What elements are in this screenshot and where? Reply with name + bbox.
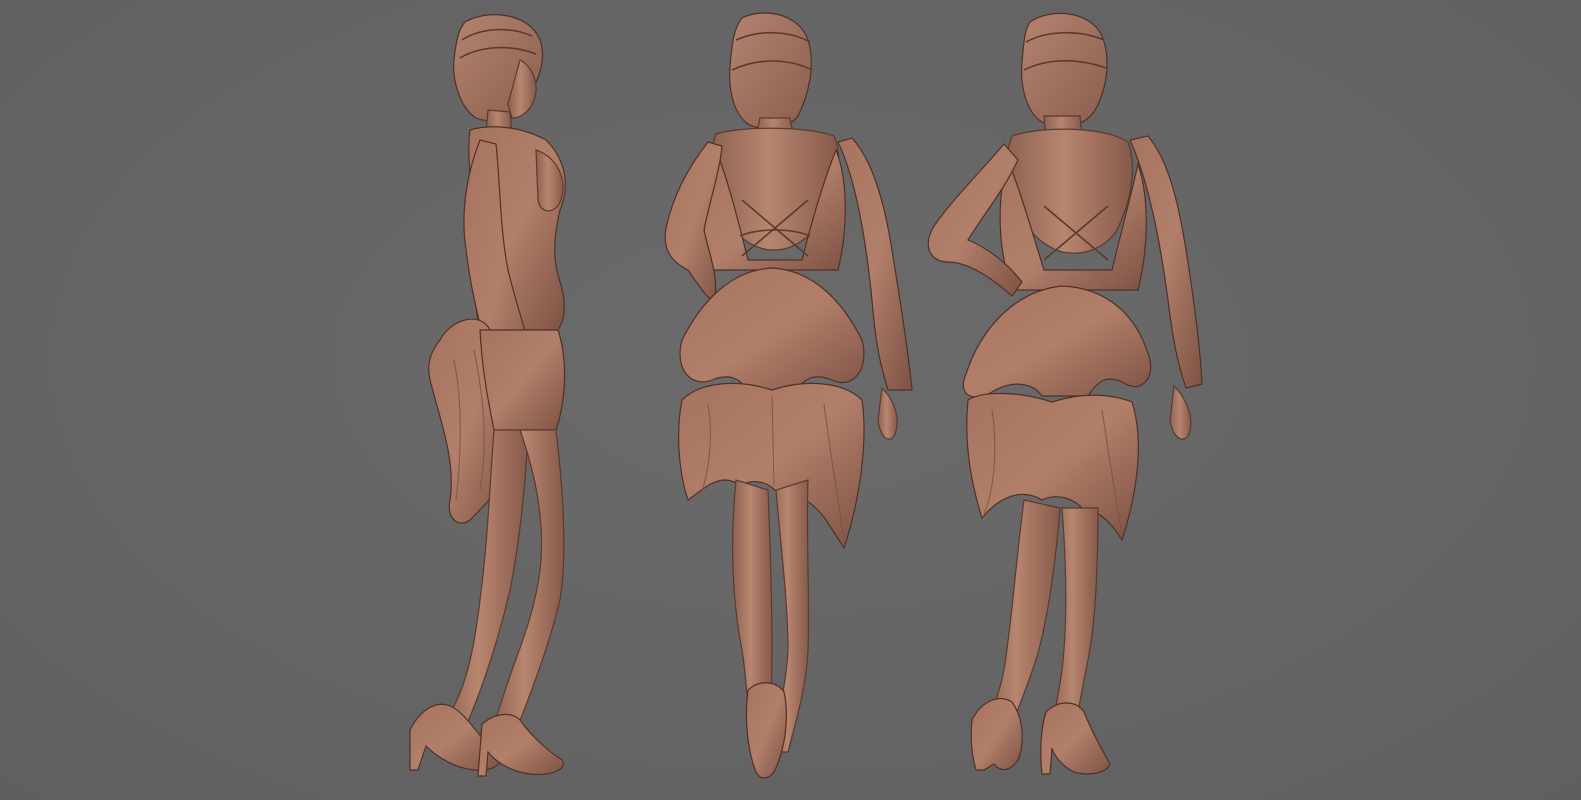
skirt-drape [678,382,865,550]
figure-three-quarter-view [927,12,1203,775]
shoe [745,682,787,779]
hair [729,12,812,130]
figure-side-view [409,14,566,777]
peplum [962,285,1152,398]
shoe-left [970,698,1023,771]
sculpt-viewport[interactable] [0,0,1581,800]
hair [1021,12,1108,128]
figure-back-view [664,12,913,779]
shoe-right [1040,702,1111,775]
